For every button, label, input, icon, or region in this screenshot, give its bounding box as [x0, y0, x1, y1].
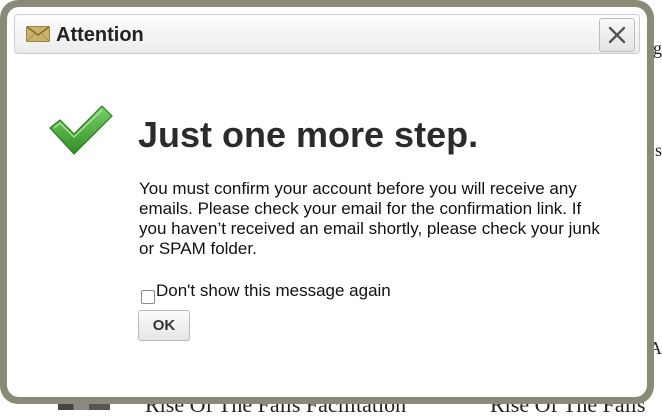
- dialog-heading: Just one more step.: [138, 114, 479, 155]
- green-checkmark-icon: [49, 105, 113, 155]
- dont-show-again-option[interactable]: Don't show this message again: [141, 281, 391, 304]
- dialog-title: Attention: [56, 24, 144, 46]
- dont-show-again-label[interactable]: Don't show this message again: [156, 281, 391, 301]
- background-edge-text: s: [654, 140, 662, 160]
- background-edge-text: g: [653, 38, 662, 58]
- dialog-message: You must confirm your account before you…: [139, 179, 600, 258]
- close-button[interactable]: [599, 18, 635, 52]
- dialog-frame: Attention Just one more step. You must c…: [0, 0, 654, 404]
- ok-button[interactable]: OK: [138, 310, 190, 341]
- dialog-titlebar[interactable]: Attention: [14, 14, 640, 54]
- envelope-icon: [26, 26, 50, 42]
- dont-show-again-checkbox[interactable]: [141, 290, 155, 304]
- close-x-icon: [608, 26, 626, 44]
- attention-dialog: Attention Just one more step. You must c…: [7, 7, 647, 397]
